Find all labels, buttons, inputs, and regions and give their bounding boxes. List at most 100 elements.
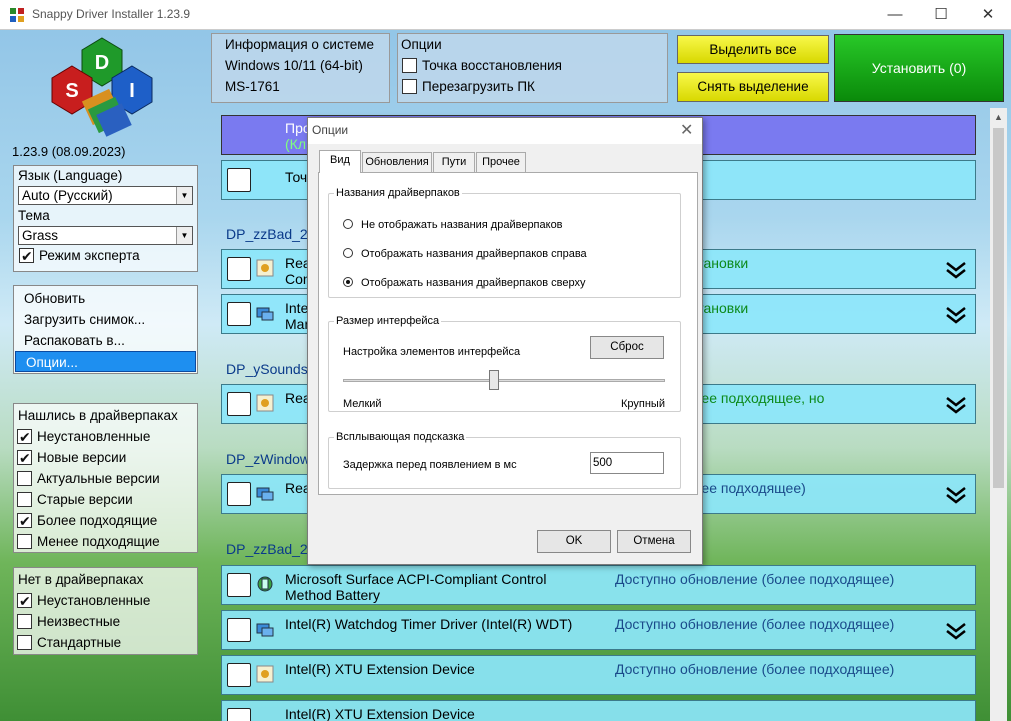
system-info-panel[interactable]: Информация о системе Windows 10/11 (64-b… bbox=[211, 33, 390, 103]
filter-new-versions[interactable]: Новые версии bbox=[14, 447, 197, 469]
filter-label: Более подходящие bbox=[37, 513, 158, 528]
gear-icon bbox=[256, 259, 274, 277]
row-checkbox[interactable] bbox=[227, 708, 251, 721]
scrollbar-thumb[interactable] bbox=[993, 128, 1004, 488]
checkbox-icon bbox=[402, 79, 417, 94]
radio-names-top[interactable]: Отображать названия драйверпаков сверху bbox=[343, 277, 585, 289]
logo-letter-i: I bbox=[129, 80, 135, 102]
menu-item-extract[interactable]: Распаковать в... bbox=[14, 330, 197, 351]
row-checkbox[interactable] bbox=[227, 392, 251, 416]
theme-select[interactable]: Grass ▼ bbox=[18, 226, 193, 245]
maximize-icon[interactable]: ☐ bbox=[918, 0, 964, 30]
deselect-all-button[interactable]: Снять выделение bbox=[677, 72, 829, 102]
checkbox-icon bbox=[17, 448, 32, 469]
radio-icon bbox=[343, 277, 353, 287]
notfound-filter-panel: Нет в драйверпаках Неустановленные Неизв… bbox=[13, 567, 198, 655]
select-all-button[interactable]: Выделить все bbox=[677, 35, 829, 64]
chevron-down-icon[interactable] bbox=[945, 621, 967, 641]
window-title: Snappy Driver Installer 1.23.9 bbox=[32, 7, 191, 21]
driver-name: Inte bbox=[285, 300, 309, 316]
reboot-checkbox[interactable]: Перезагрузить ПК bbox=[398, 76, 667, 97]
radio-icon bbox=[343, 248, 353, 258]
chevron-down-icon[interactable] bbox=[945, 305, 967, 325]
chevron-down-icon: ▼ bbox=[176, 187, 192, 204]
ui-size-slider-track[interactable] bbox=[343, 379, 665, 382]
tooltip-delay-label: Задержка перед появлением в мс bbox=[343, 459, 517, 471]
row-checkbox[interactable] bbox=[227, 618, 251, 642]
tab-body: Названия драйверпаков Не отображать назв… bbox=[318, 172, 698, 495]
filter-nf-standard[interactable]: Стандартные bbox=[14, 632, 197, 653]
driver-row[interactable]: Intel(R) XTU Extension Device bbox=[221, 700, 976, 721]
radio-icon bbox=[343, 219, 353, 229]
chevron-down-icon[interactable] bbox=[945, 260, 967, 280]
group-label: DP_zWindow bbox=[226, 451, 311, 467]
driver-row[interactable]: Intel(R) XTU Extension Device Доступно о… bbox=[221, 655, 976, 695]
language-value: Auto (Русский) bbox=[22, 188, 113, 203]
filter-label: Новые версии bbox=[37, 450, 127, 465]
tab-view[interactable]: Вид bbox=[319, 150, 361, 173]
row-label: Точ bbox=[285, 169, 308, 185]
row-checkbox[interactable] bbox=[227, 573, 251, 597]
radio-label: Не отображать названия драйверпаков bbox=[361, 219, 563, 231]
filter-label: Неустановленные bbox=[37, 429, 151, 444]
filter-old-versions[interactable]: Старые версии bbox=[14, 489, 197, 510]
expert-mode-label: Режим эксперта bbox=[39, 248, 140, 263]
close-icon[interactable]: ✕ bbox=[680, 120, 693, 140]
tooltip-delay-input[interactable]: 500 bbox=[590, 452, 664, 474]
filter-worse-match[interactable]: Менее подходящие bbox=[14, 531, 197, 552]
reset-button[interactable]: Сброс bbox=[590, 336, 664, 359]
scroll-up-icon[interactable]: ▲ bbox=[994, 112, 1003, 122]
driver-name: Intel(R) Watchdog Timer Driver (Intel(R)… bbox=[285, 616, 573, 632]
filter-current-versions[interactable]: Актуальные версии bbox=[14, 468, 197, 489]
theme-value: Grass bbox=[22, 228, 59, 243]
cancel-button[interactable]: Отмена bbox=[617, 530, 691, 553]
restore-point-label: Точка восстановления bbox=[422, 58, 562, 73]
dialog-title: Опции bbox=[312, 123, 349, 137]
row-checkbox[interactable] bbox=[227, 257, 251, 281]
expert-mode-checkbox[interactable]: Режим эксперта bbox=[14, 245, 197, 267]
filter-not-installed[interactable]: Неустановленные bbox=[14, 426, 197, 448]
row-checkbox[interactable] bbox=[227, 663, 251, 687]
chevron-down-icon[interactable] bbox=[945, 395, 967, 415]
menu-item-load-snapshot[interactable]: Загрузить снимок... bbox=[14, 309, 197, 330]
tab-other[interactable]: Прочее bbox=[476, 152, 526, 172]
filter-nf-not-installed[interactable]: Неустановленные bbox=[14, 590, 197, 612]
tab-paths[interactable]: Пути bbox=[433, 152, 475, 172]
install-button[interactable]: Установить (0) bbox=[834, 34, 1004, 102]
gear-icon bbox=[256, 394, 274, 412]
tab-updates[interactable]: Обновления bbox=[362, 152, 432, 172]
row-checkbox[interactable] bbox=[227, 482, 251, 506]
chevron-down-icon[interactable] bbox=[945, 485, 967, 505]
list-scrollbar[interactable]: ▲ bbox=[990, 108, 1007, 721]
menu-item-options[interactable]: Опции... bbox=[15, 351, 196, 372]
radio-hide-names[interactable]: Не отображать названия драйверпаков bbox=[343, 219, 563, 231]
ok-button[interactable]: OK bbox=[537, 530, 611, 553]
battery-icon bbox=[257, 576, 273, 592]
minimize-icon[interactable]: — bbox=[872, 0, 918, 30]
network-icon bbox=[256, 307, 274, 321]
filter-label: Неустановленные bbox=[37, 593, 151, 608]
driver-row[interactable]: Intel(R) Watchdog Timer Driver (Intel(R)… bbox=[221, 610, 976, 650]
network-icon bbox=[256, 623, 274, 637]
restore-point-checkbox[interactable]: Точка восстановления bbox=[398, 55, 667, 76]
filter-label: Стандартные bbox=[37, 635, 122, 650]
filter-better-match[interactable]: Более подходящие bbox=[14, 510, 197, 532]
filter-nf-unknown[interactable]: Неизвестные bbox=[14, 611, 197, 632]
ui-size-slider-thumb[interactable] bbox=[489, 370, 500, 390]
row-checkbox[interactable] bbox=[227, 168, 251, 192]
close-icon[interactable]: ✕ bbox=[965, 0, 1011, 30]
checkbox-icon bbox=[17, 635, 32, 650]
row-checkbox[interactable] bbox=[227, 302, 251, 326]
driver-name: Intel(R) XTU Extension Device bbox=[285, 661, 475, 677]
language-select[interactable]: Auto (Русский) ▼ bbox=[18, 186, 193, 205]
menu-item-refresh[interactable]: Обновить bbox=[14, 288, 197, 309]
group-label: DP_zzBad_24 bbox=[226, 541, 316, 557]
filter-label: Неизвестные bbox=[37, 614, 121, 629]
language-label: Язык (Language) bbox=[18, 168, 123, 183]
driver-row[interactable]: Microsoft Surface ACPI-Compliant Control… bbox=[221, 565, 976, 605]
logo-letter-d: D bbox=[95, 52, 109, 74]
pack-names-legend: Названия драйверпаков bbox=[336, 187, 460, 199]
radio-names-right[interactable]: Отображать названия драйверпаков справа bbox=[343, 248, 587, 260]
driver-name: Intel(R) XTU Extension Device bbox=[285, 706, 475, 721]
radio-label: Отображать названия драйверпаков справа bbox=[361, 248, 587, 260]
